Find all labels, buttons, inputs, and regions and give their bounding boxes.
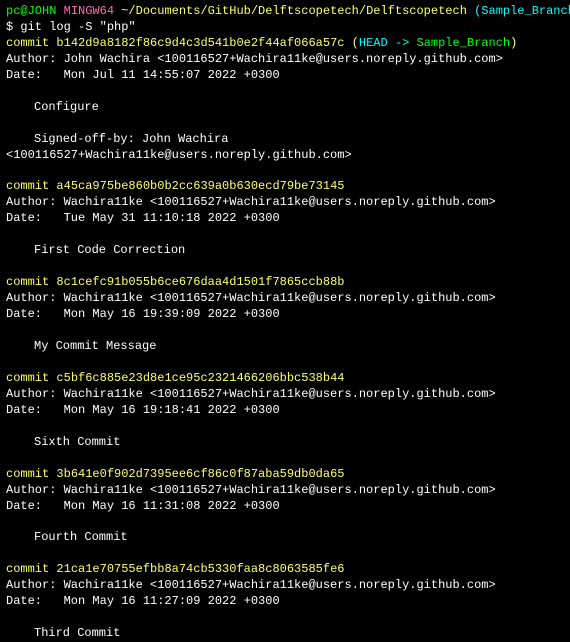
prompt-userhost: pc@JOHN bbox=[6, 4, 56, 18]
prompt-line: pc@JOHN MINGW64 ~/Documents/GitHub/Delft… bbox=[6, 4, 570, 18]
commit-line: commit a45ca975be860b0b2cc639a0b630ecd79… bbox=[6, 179, 344, 193]
commit-date: Date: Mon May 16 11:31:08 2022 +0300 bbox=[6, 499, 280, 513]
commit-hash: 8c1cefc91b055b6ce676daa4d1501f7865ccb88b bbox=[56, 275, 344, 289]
commit-author: Author: Wachira11ke <100116527+Wachira11… bbox=[6, 387, 496, 401]
head-close: ) bbox=[510, 36, 517, 50]
commit-line: commit c5bf6c885e23d8e1ce95c2321466206bb… bbox=[6, 371, 344, 385]
commit-date: Date: Mon Jul 11 14:55:07 2022 +0300 bbox=[6, 68, 280, 82]
commit-author: Author: Wachira11ke <100116527+Wachira11… bbox=[6, 483, 496, 497]
commit-label: commit bbox=[6, 179, 56, 193]
commit-date: Date: Tue May 31 11:10:18 2022 +0300 bbox=[6, 211, 280, 225]
commit-date: Date: Mon May 16 19:18:41 2022 +0300 bbox=[6, 403, 280, 417]
commit-message: Fourth Commit bbox=[6, 530, 128, 544]
commit-label: commit bbox=[6, 371, 56, 385]
commit-message: Sixth Commit bbox=[6, 435, 120, 449]
prompt-mingw: MINGW64 bbox=[56, 4, 114, 18]
prompt-path: ~/Documents/GitHub/Delftscopetech/Delfts… bbox=[114, 4, 467, 18]
commit-line: commit b142d9a8182f86c9d4c3d541b0e2f44af… bbox=[6, 36, 517, 50]
commit-hash: a45ca975be860b0b2cc639a0b630ecd79be73145 bbox=[56, 179, 344, 193]
commit-signoff: Signed-off-by: John Wachira <100116527+W… bbox=[6, 132, 352, 162]
commit-author: Author: Wachira11ke <100116527+Wachira11… bbox=[6, 291, 496, 305]
command-text: $ git log -S "php" bbox=[6, 20, 136, 34]
commit-hash: 21ca1e70755efbb8a74cb5330faa8c8063585fe6 bbox=[56, 562, 344, 576]
commit-hash: c5bf6c885e23d8e1ce95c2321466206bbc538b44 bbox=[56, 371, 344, 385]
commit-author: Author: Wachira11ke <100116527+Wachira11… bbox=[6, 195, 496, 209]
commit-message: My Commit Message bbox=[6, 339, 156, 353]
commit-label: commit bbox=[6, 467, 56, 481]
commit-label: commit bbox=[6, 562, 56, 576]
commit-message: First Code Correction bbox=[6, 243, 185, 257]
commit-label: commit bbox=[6, 275, 56, 289]
commit-message: Third Commit bbox=[6, 626, 120, 640]
commit-line: commit 8c1cefc91b055b6ce676daa4d1501f786… bbox=[6, 275, 344, 289]
commit-hash: 3b641e0f902d7395ee6cf86c0f87aba59db0da65 bbox=[56, 467, 344, 481]
commit-date: Date: Mon May 16 19:39:09 2022 +0300 bbox=[6, 307, 280, 321]
commit-author: Author: John Wachira <100116527+Wachira1… bbox=[6, 52, 503, 66]
commit-author: Author: Wachira11ke <100116527+Wachira11… bbox=[6, 578, 496, 592]
commit-date: Date: Mon May 16 11:27:09 2022 +0300 bbox=[6, 594, 280, 608]
prompt-branch: (Sample_Branch) bbox=[467, 4, 570, 18]
commit-label: commit bbox=[6, 36, 56, 50]
commit-hash: b142d9a8182f86c9d4c3d541b0e2f44af066a57c bbox=[56, 36, 344, 50]
commit-line: commit 21ca1e70755efbb8a74cb5330faa8c806… bbox=[6, 562, 344, 576]
commit-message: Configure bbox=[6, 100, 99, 114]
head-text: HEAD -> bbox=[359, 36, 409, 50]
commit-line: commit 3b641e0f902d7395ee6cf86c0f87aba59… bbox=[6, 467, 344, 481]
terminal-output[interactable]: pc@JOHN MINGW64 ~/Documents/GitHub/Delft… bbox=[6, 4, 564, 642]
head-branch: Sample_Branch bbox=[409, 36, 510, 50]
head-open: ( bbox=[344, 36, 358, 50]
